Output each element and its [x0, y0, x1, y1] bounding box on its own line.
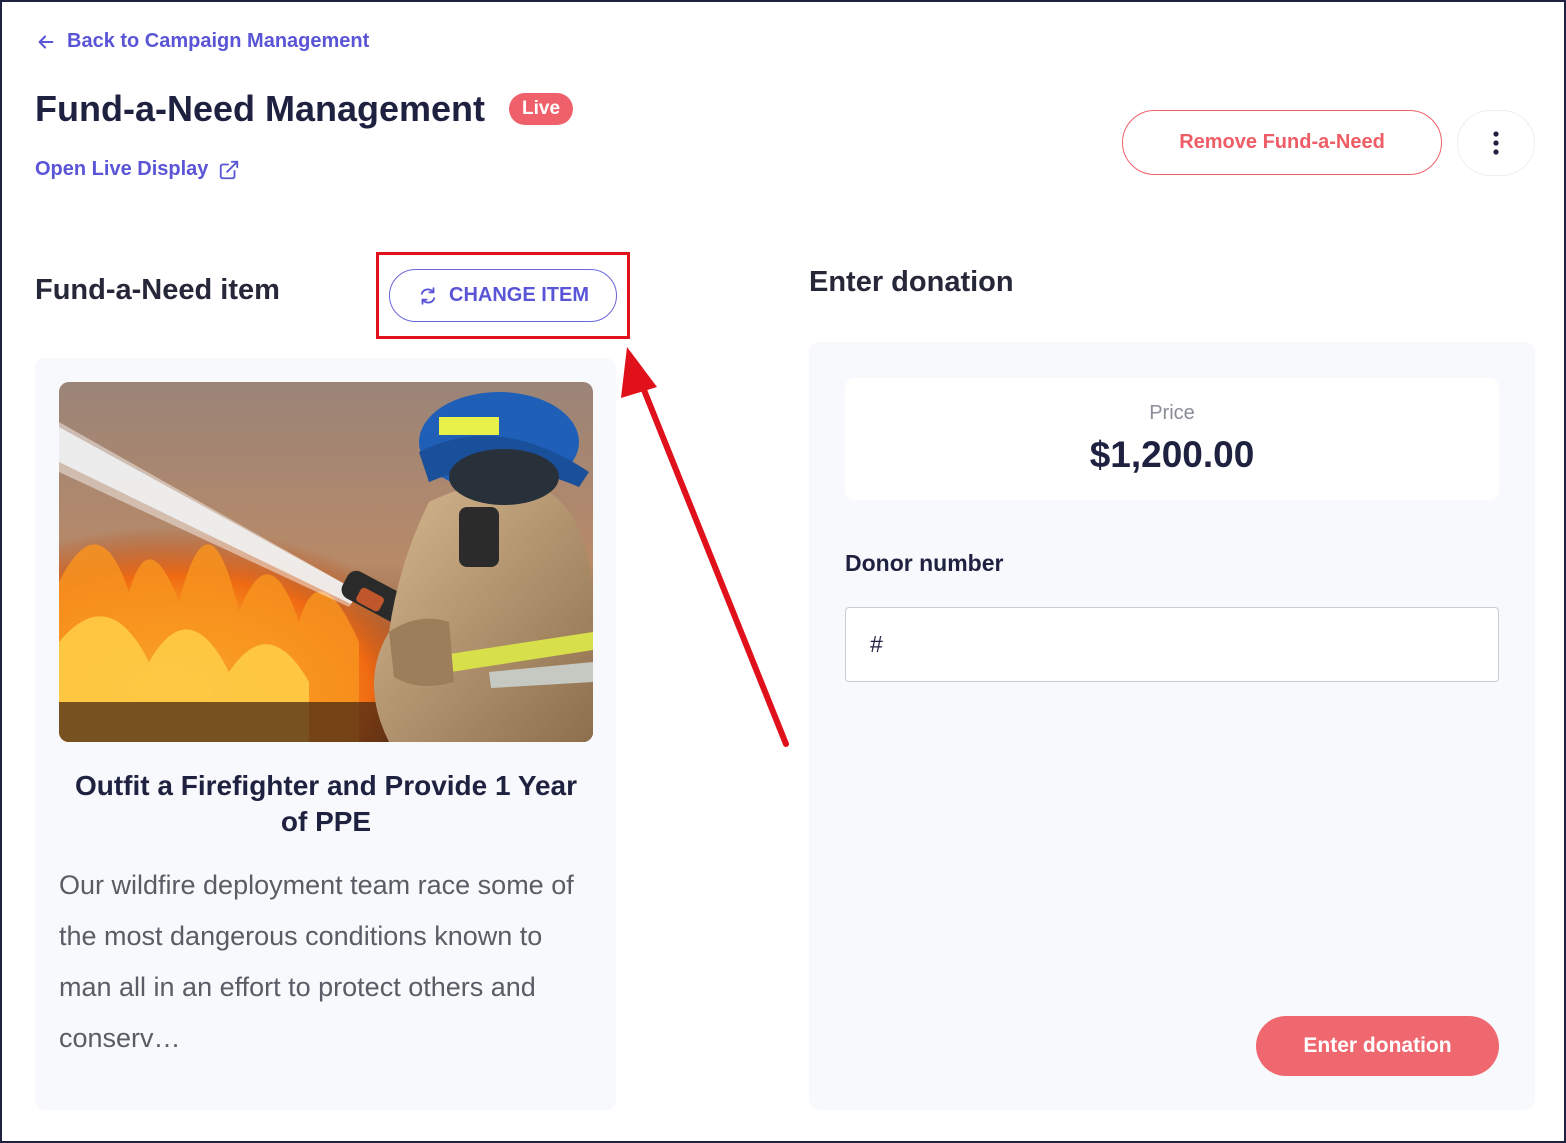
price-value: $1,200.00 — [1089, 434, 1255, 475]
item-title: Outfit a Firefighter and Provide 1 Year … — [74, 770, 578, 837]
back-link-label: Back to Campaign Management — [67, 30, 370, 52]
app-window: Back to Campaign Management Fund-a-Need … — [0, 0, 1566, 1143]
donation-panel: Price $1,200.00 Donor number Enter donat… — [809, 342, 1535, 1110]
enter-donation-button[interactable]: Enter donation — [1256, 1016, 1499, 1076]
back-link[interactable]: Back to Campaign Management — [35, 30, 369, 53]
annotation-arrow — [621, 347, 789, 747]
change-item-label: CHANGE ITEM — [449, 284, 589, 306]
open-live-display-label: Open Live Display — [35, 158, 209, 180]
item-image — [59, 382, 593, 742]
fund-a-need-item-heading: Fund-a-Need item — [35, 274, 280, 306]
title-row: Fund-a-Need Management Live — [35, 88, 574, 130]
status-badge: Live — [509, 93, 574, 125]
change-item-button[interactable]: CHANGE ITEM — [389, 269, 617, 322]
donor-number-label: Donor number — [845, 550, 1004, 576]
refresh-icon — [420, 286, 436, 305]
external-link-icon — [220, 160, 239, 179]
remove-fund-a-need-button[interactable]: Remove Fund-a-Need — [1122, 110, 1442, 175]
more-options-button[interactable] — [1457, 110, 1535, 176]
donor-number-input[interactable] — [845, 607, 1499, 682]
arrow-left-icon — [38, 34, 54, 49]
fund-a-need-item-card: Outfit a Firefighter and Provide 1 Year … — [35, 358, 616, 1110]
price-label: Price — [1149, 402, 1195, 424]
item-description: Our wildfire deployment team race some o… — [59, 870, 574, 1053]
firefighter-photo — [59, 382, 593, 742]
more-vertical-icon — [1493, 131, 1499, 155]
page-title: Fund-a-Need Management — [35, 88, 486, 129]
price-box: Price $1,200.00 — [845, 378, 1499, 500]
enter-donation-heading: Enter donation — [809, 266, 1014, 298]
open-live-display-link[interactable]: Open Live Display — [35, 158, 240, 181]
